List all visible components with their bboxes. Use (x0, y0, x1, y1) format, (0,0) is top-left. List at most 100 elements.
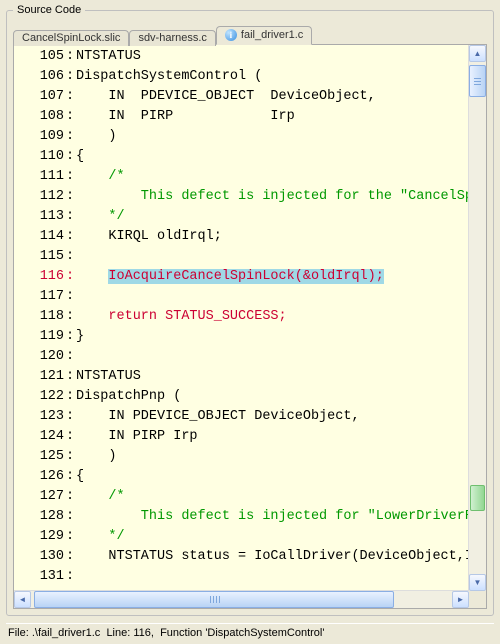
code-line-120[interactable]: 120: (14, 347, 469, 367)
line-number: 131 (14, 567, 66, 587)
line-text: NTSTATUS (76, 367, 141, 387)
code-line-122[interactable]: 122:DispatchPnp ( (14, 387, 469, 407)
code-line-127[interactable]: 127: /* (14, 487, 469, 507)
scroll-down-arrow-icon[interactable]: ▼ (469, 574, 486, 591)
line-text: KIRQL oldIrql; (76, 227, 222, 247)
hscroll-thumb[interactable] (34, 591, 394, 608)
code-line-117[interactable]: 117: (14, 287, 469, 307)
line-text: DispatchSystemControl ( (76, 67, 262, 87)
code-line-119[interactable]: 119:} (14, 327, 469, 347)
line-text: ) (76, 127, 117, 147)
line-colon: : (66, 107, 76, 127)
line-text: ) (76, 447, 117, 467)
code-line-109[interactable]: 109: ) (14, 127, 469, 147)
line-number: 126 (14, 467, 66, 487)
line-colon: : (66, 47, 76, 67)
line-text: /* (76, 487, 125, 507)
code-viewport[interactable]: 105:NTSTATUS106:DispatchSystemControl (1… (14, 45, 469, 591)
line-number: 121 (14, 367, 66, 387)
code-line-118[interactable]: 118: return STATUS_SUCCESS; (14, 307, 469, 327)
window-root: Source Code CancelSpinLock.slic sdv-harn… (0, 0, 500, 644)
line-number: 122 (14, 387, 66, 407)
scroll-up-arrow-icon[interactable]: ▲ (469, 45, 486, 62)
horizontal-scrollbar[interactable]: ◄ ► (14, 590, 469, 608)
line-colon: : (66, 347, 76, 367)
code-line-124[interactable]: 124: IN PIRP Irp (14, 427, 469, 447)
line-text: IN PIRP Irp (76, 427, 198, 447)
file-tabstrip: CancelSpinLock.slic sdv-harness.c i fail… (13, 22, 487, 44)
line-text: /* (76, 167, 125, 187)
tab-sdv-harness[interactable]: sdv-harness.c (129, 30, 215, 46)
line-number: 105 (14, 47, 66, 67)
line-text: IN PIRP Irp (76, 107, 295, 127)
code-line-114[interactable]: 114: KIRQL oldIrql; (14, 227, 469, 247)
line-number: 113 (14, 207, 66, 227)
line-number: 114 (14, 227, 66, 247)
line-text: } (76, 327, 84, 347)
code-line-106[interactable]: 106:DispatchSystemControl ( (14, 67, 469, 87)
line-number: 110 (14, 147, 66, 167)
line-number: 117 (14, 287, 66, 307)
code-line-125[interactable]: 125: ) (14, 447, 469, 467)
line-number: 123 (14, 407, 66, 427)
line-colon: : (66, 87, 76, 107)
scroll-left-arrow-icon[interactable]: ◄ (14, 591, 31, 608)
code-line-107[interactable]: 107: IN PDEVICE_OBJECT DeviceObject, (14, 87, 469, 107)
status-line: Line: 116, (106, 627, 154, 639)
line-number: 120 (14, 347, 66, 367)
code-line-123[interactable]: 123: IN PDEVICE_OBJECT DeviceObject, (14, 407, 469, 427)
line-text: This defect is injected for "LowerDriver… (76, 507, 469, 527)
code-line-112[interactable]: 112: This defect is injected for the "Ca… (14, 187, 469, 207)
line-number: 116 (14, 267, 66, 287)
line-colon: : (66, 267, 76, 287)
line-number: 130 (14, 547, 66, 567)
tab-fail-driver1[interactable]: i fail_driver1.c (216, 26, 312, 45)
line-colon: : (66, 187, 76, 207)
line-colon: : (66, 287, 76, 307)
line-number: 124 (14, 427, 66, 447)
line-number: 118 (14, 307, 66, 327)
scrollbar-corner (469, 591, 486, 608)
code-line-111[interactable]: 111: /* (14, 167, 469, 187)
code-line-126[interactable]: 126:{ (14, 467, 469, 487)
line-colon: : (66, 427, 76, 447)
code-line-129[interactable]: 129: */ (14, 527, 469, 547)
code-line-113[interactable]: 113: */ (14, 207, 469, 227)
tab-label: fail_driver1.c (241, 29, 303, 41)
line-text: DispatchPnp ( (76, 387, 181, 407)
line-colon: : (66, 147, 76, 167)
code-line-116[interactable]: 116: IoAcquireCancelSpinLock(&oldIrql); (14, 267, 469, 287)
line-text: IN PDEVICE_OBJECT DeviceObject, (76, 87, 376, 107)
line-text: */ (76, 207, 125, 227)
status-file: File: .\fail_driver1.c (8, 627, 100, 639)
code-line-131[interactable]: 131: (14, 567, 469, 587)
line-colon: : (66, 467, 76, 487)
code-line-128[interactable]: 128: This defect is injected for "LowerD… (14, 507, 469, 527)
line-colon: : (66, 487, 76, 507)
code-line-130[interactable]: 130: NTSTATUS status = IoCallDriver(Devi… (14, 547, 469, 567)
vertical-scrollbar[interactable]: ▲ ▼ (468, 45, 486, 591)
line-number: 112 (14, 187, 66, 207)
line-colon: : (66, 507, 76, 527)
code-line-105[interactable]: 105:NTSTATUS (14, 47, 469, 67)
line-text: return STATUS_SUCCESS; (76, 307, 287, 327)
line-number: 106 (14, 67, 66, 87)
code-line-115[interactable]: 115: (14, 247, 469, 267)
tab-cancelspinlock[interactable]: CancelSpinLock.slic (13, 30, 129, 46)
code-body: 105:NTSTATUS106:DispatchSystemControl (1… (14, 45, 469, 587)
line-colon: : (66, 307, 76, 327)
code-line-110[interactable]: 110:{ (14, 147, 469, 167)
scroll-right-arrow-icon[interactable]: ► (452, 591, 469, 608)
line-colon: : (66, 207, 76, 227)
source-code-group: Source Code CancelSpinLock.slic sdv-harn… (6, 4, 494, 616)
line-number: 125 (14, 447, 66, 467)
line-number: 111 (14, 167, 66, 187)
code-line-121[interactable]: 121:NTSTATUS (14, 367, 469, 387)
line-number: 127 (14, 487, 66, 507)
code-editor: 105:NTSTATUS106:DispatchSystemControl (1… (13, 44, 487, 609)
groupbox-title: Source Code (13, 4, 85, 16)
line-number: 129 (14, 527, 66, 547)
code-line-108[interactable]: 108: IN PIRP Irp (14, 107, 469, 127)
vscroll-marker[interactable] (470, 485, 485, 511)
vscroll-thumb[interactable] (469, 65, 486, 97)
